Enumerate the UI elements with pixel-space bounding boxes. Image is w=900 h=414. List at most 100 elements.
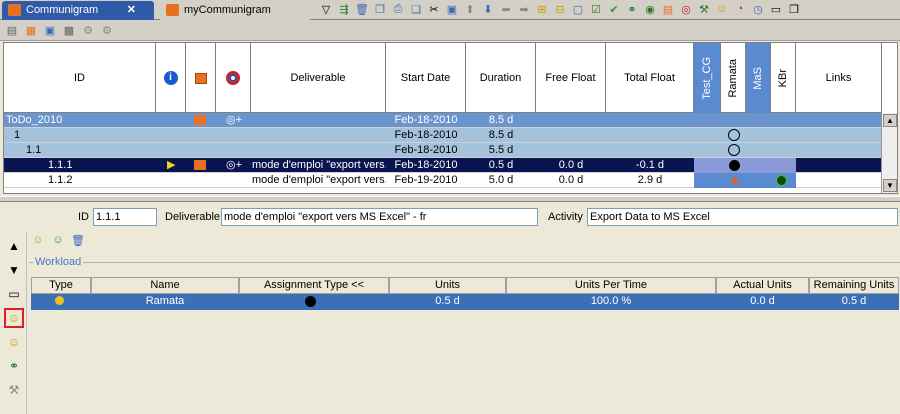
target-icon[interactable]: ◎ — [678, 1, 694, 17]
col-info[interactable]: i — [156, 43, 186, 113]
paste-icon[interactable]: ❏ — [408, 1, 424, 17]
add-user-icon[interactable]: ☺ — [30, 232, 46, 248]
globe-icon[interactable]: ◉ — [642, 1, 658, 17]
col-assignment-type[interactable]: Assignment Type << — [239, 277, 389, 294]
window-minimize-icon[interactable]: ▭ — [768, 1, 784, 17]
col-deliverable[interactable]: Deliverable — [251, 43, 386, 113]
links-icon[interactable]: ⚭ — [4, 356, 24, 376]
package-icon[interactable]: ▤ — [660, 1, 676, 17]
check-icon[interactable]: ✔ — [606, 1, 622, 17]
col-mas[interactable]: MaS — [746, 43, 771, 113]
table-row[interactable]: 1.1 Feb-18-2010 5.5 d — [4, 143, 882, 158]
print-icon[interactable]: ⎙ — [390, 1, 406, 17]
grid-header: ID i Deliverable Start Date Duration Fre… — [4, 43, 882, 113]
table-row[interactable]: Ramata 0.5 d 100.0 % 0.0 d 0.5 d — [31, 294, 899, 310]
table-row[interactable]: 1 Feb-18-2010 8.5 d — [4, 128, 882, 143]
target-icon: ◎+ — [226, 159, 243, 171]
row-units: 0.5 d — [435, 295, 460, 307]
collapse-icon[interactable]: ⊟ — [552, 1, 568, 17]
workload-panel: Workload Type Name Assignment Type << Un… — [29, 256, 900, 414]
pie-icon[interactable]: ◔ — [732, 1, 748, 17]
delete-icon[interactable]: 🗑 — [70, 232, 86, 248]
col-test-cg[interactable]: Test_CG — [694, 43, 721, 113]
view-calendar-icon[interactable]: ▣ — [42, 22, 58, 38]
arrow-left-icon[interactable]: ⬅ — [498, 1, 514, 17]
window-icon[interactable]: ▢ — [570, 1, 586, 17]
view-tree-icon[interactable]: ▦ — [23, 22, 39, 38]
tools-icon[interactable]: ⚒ — [4, 380, 24, 400]
view-network-icon[interactable]: ⚙ — [80, 22, 96, 38]
row-duration: 5.5 d — [488, 144, 514, 156]
view-list-icon[interactable]: ▤ — [4, 22, 20, 38]
arrow-down-icon[interactable]: ⬇ — [480, 1, 496, 17]
assignment-filled-icon — [305, 296, 316, 307]
row-free-float: 0.0 d — [558, 174, 584, 186]
save-icon[interactable]: ▣ — [444, 1, 460, 17]
add-user-alt-icon[interactable]: ☺ — [50, 232, 66, 248]
col-duration[interactable]: Duration — [466, 43, 536, 113]
cut-icon[interactable]: ✂ — [426, 1, 442, 17]
row-units-per-time: 100.0 % — [590, 295, 632, 307]
arrow-right-icon[interactable]: ➡ — [516, 1, 532, 17]
view-grid-icon[interactable]: ▩ — [61, 22, 77, 38]
indent-icon[interactable]: ⇶ — [336, 1, 352, 17]
col-type[interactable]: Type — [31, 277, 91, 294]
table-row[interactable]: ToDo_2010 ◎+ Feb-18-2010 8.5 d — [4, 113, 882, 128]
view-gantt-icon[interactable]: ⚙ — [99, 22, 115, 38]
copy-icon[interactable]: ❐ — [372, 1, 388, 17]
id-field[interactable]: 1.1.1 — [93, 208, 157, 226]
col-free-float[interactable]: Free Float — [536, 43, 606, 113]
col-remaining-units[interactable]: Remaining Units — [809, 277, 899, 294]
user-icon[interactable]: ☺ — [714, 1, 730, 17]
tool-icon[interactable]: ⚒ — [696, 1, 712, 17]
col-total-float[interactable]: Total Float — [606, 43, 694, 113]
table-row[interactable]: 1.1.1 ▶ ◎+ mode d'emploi "export vers...… — [4, 158, 882, 173]
move-up-icon[interactable]: ▲ — [4, 236, 24, 256]
scroll-up-icon[interactable]: ▲ — [883, 114, 897, 127]
workload-icon[interactable]: ☺ — [4, 308, 24, 328]
activity-field[interactable]: Export Data to MS Excel — [587, 208, 898, 226]
deliverable-field[interactable]: mode d'emploi "export vers MS Excel" - f… — [221, 208, 538, 226]
row-name: Ramata — [145, 295, 185, 307]
tab-mycommunigram-label: myCommunigram — [184, 4, 271, 16]
col-start-date[interactable]: Start Date — [386, 43, 466, 113]
mycommunigram-icon — [166, 4, 179, 16]
grid-scrollbar[interactable]: ▲ ▼ — [881, 113, 897, 193]
col-name[interactable]: Name — [91, 277, 239, 294]
scroll-down-icon[interactable]: ▼ — [883, 179, 897, 192]
row-start: Feb-18-2010 — [394, 114, 458, 126]
row-start: Feb-18-2010 — [394, 144, 458, 156]
col-target[interactable] — [216, 43, 251, 113]
dropdown-icon[interactable]: ▽ — [318, 1, 334, 17]
tab-communigram[interactable]: Communigram ✕ — [2, 1, 154, 20]
row-id: 1.1.1 — [48, 159, 73, 171]
arrow-up-icon[interactable]: ⬆ — [462, 1, 478, 17]
col-package[interactable] — [186, 43, 216, 113]
resources-icon[interactable]: ☺ — [4, 332, 24, 352]
tab-mycommunigram[interactable]: myCommunigram — [160, 1, 310, 20]
link-icon[interactable]: ⚭ — [624, 1, 640, 17]
clock-icon[interactable]: ◷ — [750, 1, 766, 17]
table-row[interactable]: 1.1.2 mode d'emploi "export vers... Feb-… — [4, 173, 882, 188]
delete-icon[interactable]: 🗑 — [354, 1, 370, 17]
panel-splitter[interactable] — [0, 196, 900, 202]
panel-icon[interactable]: ▭ — [4, 284, 24, 304]
detail-fields: ID 1.1.1 Deliverable mode d'emploi "expo… — [0, 203, 900, 231]
task-grid: ID i Deliverable Start Date Duration Fre… — [3, 42, 898, 194]
checklist-icon[interactable]: ☑ — [588, 1, 604, 17]
move-down-icon[interactable]: ▼ — [4, 260, 24, 280]
row-actual-units: 0.0 d — [750, 295, 775, 307]
col-units-per-time[interactable]: Units Per Time — [506, 277, 716, 294]
target-icon: ◎+ — [226, 114, 243, 126]
workload-title: Workload — [33, 256, 84, 268]
col-ramata[interactable]: Ramata — [721, 43, 746, 113]
assignment-empty-icon — [728, 144, 740, 156]
close-icon[interactable]: ✕ — [127, 1, 136, 19]
expand-icon[interactable]: ⊞ — [534, 1, 550, 17]
col-units[interactable]: Units — [389, 277, 506, 294]
window-restore-icon[interactable]: ❐ — [786, 1, 802, 17]
col-links[interactable]: Links — [796, 43, 882, 113]
col-id[interactable]: ID — [4, 43, 156, 113]
col-kbr[interactable]: KBr — [771, 43, 796, 113]
col-actual-units[interactable]: Actual Units — [716, 277, 809, 294]
